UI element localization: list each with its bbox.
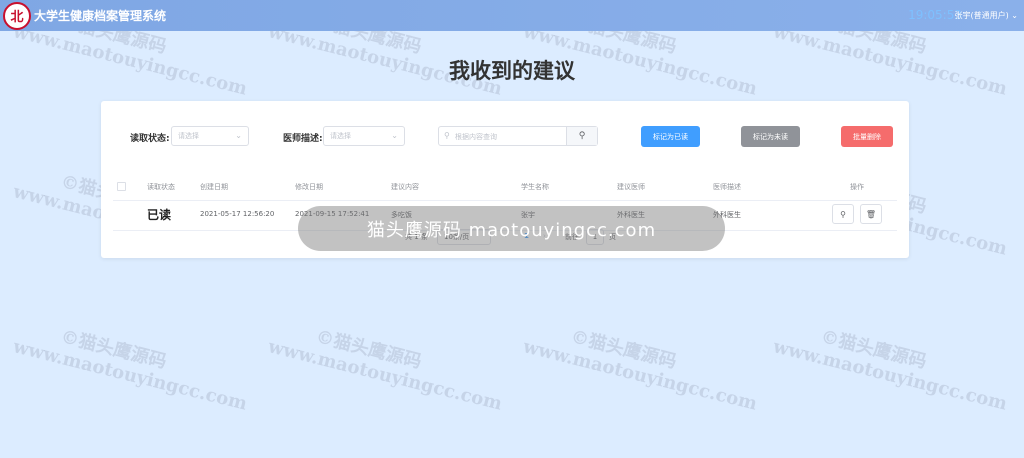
search-icon: ⚲: [444, 131, 450, 140]
search-box: ⚲ 根据内容查询 ⚲: [438, 126, 598, 146]
created-cell: 2021-05-17 12:56:20: [200, 210, 275, 218]
th-doctor-desc: 医师描述: [713, 183, 741, 191]
th-actions: 操作: [850, 183, 864, 191]
watermark-overlay: 猫头鹰源码 maotouyingcc.com: [298, 206, 725, 251]
user-name: 张宇(普通用户): [954, 11, 1009, 20]
chevron-down-icon: ⌄: [391, 131, 398, 140]
user-menu[interactable]: 张宇(普通用户) ⌄: [955, 10, 1019, 21]
chevron-down-icon: ⌄: [1011, 11, 1018, 20]
th-created: 创建日期: [200, 183, 228, 191]
search-icon: ⚲: [578, 131, 586, 141]
search-input[interactable]: 根据内容查询: [455, 132, 497, 142]
table-divider: [113, 200, 897, 201]
search-icon: ⚲: [840, 209, 846, 219]
read-status-cell: 已读: [147, 208, 172, 222]
doctor-desc-placeholder: 请选择: [330, 132, 351, 140]
select-all-checkbox[interactable]: [117, 182, 126, 191]
page-title: 我收到的建议: [449, 59, 575, 83]
read-status-select[interactable]: 请选择 ⌄: [171, 126, 249, 146]
th-content: 建议内容: [391, 183, 419, 191]
top-bar: 北 大学生健康档案管理系统 19:05:53 张宇(普通用户) ⌄: [0, 0, 1024, 31]
doctor-desc-select[interactable]: 请选择 ⌄: [323, 126, 405, 146]
view-button[interactable]: ⚲: [832, 204, 854, 224]
read-status-label: 读取状态:: [130, 134, 170, 144]
th-student: 学生名称: [521, 183, 549, 191]
read-status-placeholder: 请选择: [178, 132, 199, 140]
doctor-desc-label: 医师描述:: [283, 134, 323, 144]
mark-read-button[interactable]: 标记为已读: [641, 126, 700, 147]
trash-icon: 🗑: [865, 209, 877, 219]
th-read-status: 读取状态: [147, 183, 175, 191]
chevron-down-icon: ⌄: [235, 131, 242, 140]
mark-unread-button[interactable]: 标记为未读: [741, 126, 800, 147]
th-doctor: 建议医师: [617, 183, 645, 191]
delete-button[interactable]: 🗑: [860, 204, 882, 224]
university-logo: 北: [3, 1, 31, 30]
app-title: 大学生健康档案管理系统: [34, 9, 167, 23]
search-button[interactable]: ⚲: [566, 127, 597, 145]
th-modified: 修改日期: [295, 183, 323, 191]
batch-delete-button[interactable]: 批量删除: [841, 126, 893, 147]
